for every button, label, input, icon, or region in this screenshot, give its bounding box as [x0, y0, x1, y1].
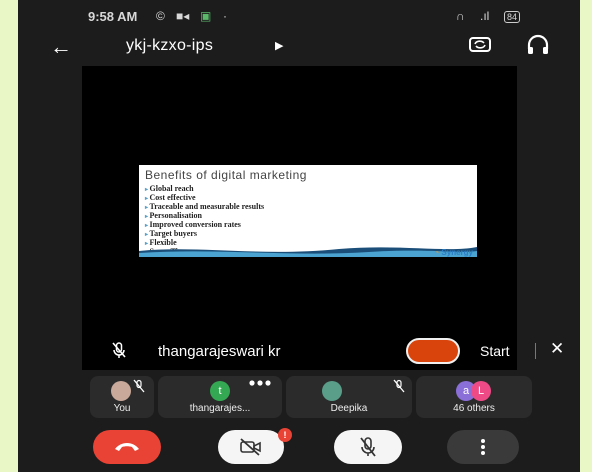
avatar [322, 381, 342, 401]
meet-screen: 9:58 AM © ■◂ ▣ · ∩ .ıl 84 ← ykj-kzxo-ips… [18, 0, 580, 472]
back-arrow-icon[interactable]: ← [50, 34, 72, 60]
record-button[interactable] [406, 338, 460, 364]
divider [535, 343, 536, 359]
microphone-toggle-button[interactable] [334, 430, 402, 464]
avatar: t [210, 381, 230, 401]
more-options-button[interactable] [447, 430, 519, 464]
camera-alert-badge: ! [278, 428, 292, 442]
more-vertical-icon [481, 439, 485, 455]
participant-tile[interactable]: t thangarajes... [158, 376, 282, 418]
whatsapp-icon: © [156, 9, 165, 23]
headphones-icon[interactable] [526, 34, 550, 56]
participant-tile[interactable]: Deepika [286, 376, 412, 418]
participant-tile-others[interactable]: a L 46 others [416, 376, 532, 418]
start-recording-label[interactable]: Start [480, 343, 510, 359]
meeting-toolbar: ← ykj-kzxo-ips ▶ [18, 30, 580, 64]
camera-off-icon [240, 438, 261, 456]
shared-slide: Benefits of digital marketing Global rea… [139, 165, 477, 257]
participant-name: thangarajes... [189, 403, 251, 414]
presenter-bar: thangarajeswari kr Start ✕ [18, 335, 580, 365]
participant-name: 46 others [453, 403, 495, 414]
camera-toggle-button[interactable] [218, 430, 284, 464]
chevron-right-icon[interactable]: ▶ [275, 39, 283, 52]
logo-text: Synergy [441, 248, 473, 257]
slide-title: Benefits of digital marketing [145, 168, 307, 182]
presenter-name: thangarajeswari kr [158, 343, 281, 360]
mic-off-icon [360, 437, 376, 457]
presentation-stage: Benefits of digital marketing Global rea… [82, 66, 517, 370]
battery-icon: 84 [504, 11, 521, 23]
close-icon[interactable]: ✕ [550, 339, 564, 359]
synergy-logo: ◔ Synergy [434, 248, 473, 257]
phone-hangup-icon [115, 443, 139, 451]
participant-tile-you[interactable]: You [90, 376, 154, 418]
mic-off-icon [393, 379, 405, 393]
more-options-icon[interactable] [248, 380, 272, 386]
avatar: L [471, 381, 491, 401]
mic-off-icon [133, 379, 145, 393]
meeting-code[interactable]: ykj-kzxo-ips [126, 37, 213, 55]
video-notification-icon: ■◂ [176, 9, 190, 23]
participant-name: You [113, 403, 131, 414]
mic-off-icon [112, 342, 126, 358]
end-call-button[interactable] [93, 430, 161, 464]
slide-wave-decoration [139, 247, 477, 257]
participant-name: Deepika [330, 403, 368, 414]
headset-status-icon: ∩ [456, 9, 465, 23]
more-notifications-icon: · [223, 9, 227, 23]
clock: 9:58 AM [88, 9, 138, 24]
switch-camera-icon[interactable] [468, 34, 492, 54]
status-bar: 9:58 AM © ■◂ ▣ · ∩ .ıl 84 [18, 8, 580, 28]
signal-icon: .ıl [480, 9, 490, 23]
meet-notification-icon: ▣ [200, 9, 212, 23]
avatar [111, 381, 131, 401]
